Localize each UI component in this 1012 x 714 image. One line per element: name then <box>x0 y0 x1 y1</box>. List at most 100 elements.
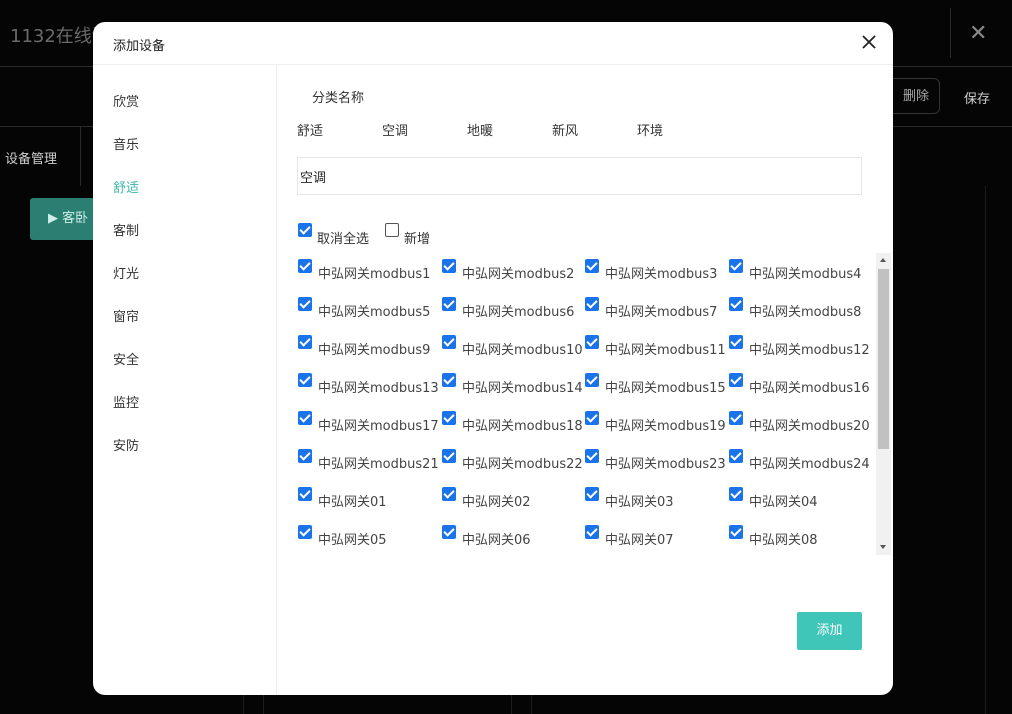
dialog-title: 添加设备 <box>113 39 166 54</box>
device-checkbox[interactable] <box>729 411 743 425</box>
device-item[interactable]: 中弘网关modbus9 <box>294 329 438 359</box>
device-item[interactable]: 中弘网关modbus5 <box>294 291 438 321</box>
device-label: 中弘网关01 <box>318 495 387 510</box>
device-checkbox[interactable] <box>729 373 743 387</box>
header-divider <box>950 8 951 58</box>
save-button[interactable]: 保存 <box>964 88 990 107</box>
device-item[interactable]: 中弘网关modbus16 <box>725 367 869 397</box>
device-item[interactable]: 中弘网关08 <box>725 519 869 549</box>
device-checkbox[interactable] <box>729 259 743 273</box>
category-tab-fresh-air[interactable]: 新风 <box>552 120 578 139</box>
device-label: 中弘网关modbus8 <box>749 305 862 320</box>
category-tab-comfort[interactable]: 舒适 <box>297 120 323 139</box>
device-list-scrollbar[interactable] <box>876 253 891 555</box>
device-label: 中弘网关modbus3 <box>605 267 718 282</box>
category-tab-floor-heating[interactable]: 地暖 <box>467 120 493 139</box>
new-checkbox[interactable] <box>385 223 399 237</box>
device-item[interactable]: 中弘网关modbus24 <box>725 443 869 473</box>
device-item[interactable]: 中弘网关modbus12 <box>725 329 869 359</box>
device-item[interactable]: 中弘网关modbus19 <box>581 405 725 435</box>
device-checkbox[interactable] <box>442 297 456 311</box>
device-checkbox[interactable] <box>729 449 743 463</box>
scrollbar-thumb[interactable] <box>878 269 889 449</box>
device-item[interactable]: 中弘网关06 <box>438 519 582 549</box>
device-item[interactable]: 中弘网关modbus22 <box>438 443 582 473</box>
device-item[interactable]: 中弘网关modbus10 <box>438 329 582 359</box>
device-label: 中弘网关modbus14 <box>462 381 582 396</box>
device-checkbox[interactable] <box>298 487 312 501</box>
device-checkbox[interactable] <box>585 525 599 539</box>
device-checkbox[interactable] <box>729 487 743 501</box>
device-item[interactable]: 中弘网关modbus6 <box>438 291 582 321</box>
device-checkbox[interactable] <box>442 449 456 463</box>
close-icon[interactable] <box>859 32 879 52</box>
sidebar-item-appreciation[interactable]: 欣赏 <box>113 91 139 110</box>
device-item[interactable]: 中弘网关modbus20 <box>725 405 869 435</box>
device-item[interactable]: 中弘网关modbus21 <box>294 443 438 473</box>
device-item[interactable]: 中弘网关modbus18 <box>438 405 582 435</box>
device-item[interactable]: 中弘网关modbus17 <box>294 405 438 435</box>
device-checkbox[interactable] <box>442 525 456 539</box>
scroll-up-arrow-icon[interactable] <box>880 258 886 262</box>
sidebar-item-comfort[interactable]: 舒适 <box>113 177 139 196</box>
sidebar-item-lighting[interactable]: 灯光 <box>113 263 139 282</box>
device-checkbox[interactable] <box>298 449 312 463</box>
device-checkbox[interactable] <box>585 297 599 311</box>
device-checkbox[interactable] <box>585 411 599 425</box>
category-name-label: 分类名称 <box>312 91 365 106</box>
device-item[interactable]: 中弘网关modbus4 <box>725 253 869 283</box>
room-button[interactable]: ▶ 客卧 <box>30 198 100 240</box>
sidebar-item-custom[interactable]: 客制 <box>113 220 139 239</box>
device-item[interactable]: 中弘网关modbus15 <box>581 367 725 397</box>
sidebar-item-curtain[interactable]: 窗帘 <box>113 306 139 325</box>
sidebar-item-monitoring[interactable]: 监控 <box>113 392 139 411</box>
tab-device-management[interactable]: 设备管理 <box>5 148 57 167</box>
device-item[interactable]: 中弘网关modbus2 <box>438 253 582 283</box>
device-checkbox[interactable] <box>585 259 599 273</box>
device-item[interactable]: 中弘网关03 <box>581 481 725 511</box>
device-checkbox[interactable] <box>585 373 599 387</box>
device-item[interactable]: 中弘网关05 <box>294 519 438 549</box>
device-checkbox[interactable] <box>298 525 312 539</box>
device-item[interactable]: 中弘网关modbus13 <box>294 367 438 397</box>
device-checkbox[interactable] <box>585 487 599 501</box>
device-checkbox[interactable] <box>729 297 743 311</box>
device-checkbox[interactable] <box>585 335 599 349</box>
scroll-down-arrow-icon[interactable] <box>880 545 886 549</box>
device-checkbox[interactable] <box>298 259 312 273</box>
device-item[interactable]: 中弘网关modbus1 <box>294 253 438 283</box>
device-checkbox[interactable] <box>298 411 312 425</box>
device-item[interactable]: 中弘网关modbus3 <box>581 253 725 283</box>
device-checkbox[interactable] <box>298 297 312 311</box>
device-checkbox[interactable] <box>442 373 456 387</box>
device-item[interactable]: 中弘网关07 <box>581 519 725 549</box>
device-checkbox[interactable] <box>585 449 599 463</box>
device-checkbox[interactable] <box>442 259 456 273</box>
device-checkbox[interactable] <box>442 335 456 349</box>
device-item[interactable]: 中弘网关01 <box>294 481 438 511</box>
device-item[interactable]: 中弘网关modbus8 <box>725 291 869 321</box>
device-item[interactable]: 中弘网关modbus7 <box>581 291 725 321</box>
device-item[interactable]: 中弘网关modbus11 <box>581 329 725 359</box>
device-item[interactable]: 中弘网关04 <box>725 481 869 511</box>
category-name-input[interactable] <box>297 157 862 195</box>
background-close-icon[interactable]: ✕ <box>969 22 987 46</box>
device-item[interactable]: 中弘网关modbus14 <box>438 367 582 397</box>
category-tab-environment[interactable]: 环境 <box>637 120 663 139</box>
device-checkbox[interactable] <box>298 373 312 387</box>
sidebar-item-security[interactable]: 安防 <box>113 435 139 454</box>
sidebar-item-music[interactable]: 音乐 <box>113 134 139 153</box>
device-label: 中弘网关04 <box>749 495 818 510</box>
device-item[interactable]: 中弘网关02 <box>438 481 582 511</box>
device-label: 中弘网关modbus4 <box>749 267 862 282</box>
device-checkbox[interactable] <box>729 335 743 349</box>
cancel-all-checkbox[interactable] <box>298 223 312 237</box>
device-checkbox[interactable] <box>298 335 312 349</box>
sidebar-item-safety[interactable]: 安全 <box>113 349 139 368</box>
category-tab-ac[interactable]: 空调 <box>382 120 408 139</box>
device-item[interactable]: 中弘网关modbus23 <box>581 443 725 473</box>
device-checkbox[interactable] <box>729 525 743 539</box>
device-checkbox[interactable] <box>442 487 456 501</box>
add-button[interactable]: 添加 <box>797 612 862 650</box>
device-checkbox[interactable] <box>442 411 456 425</box>
